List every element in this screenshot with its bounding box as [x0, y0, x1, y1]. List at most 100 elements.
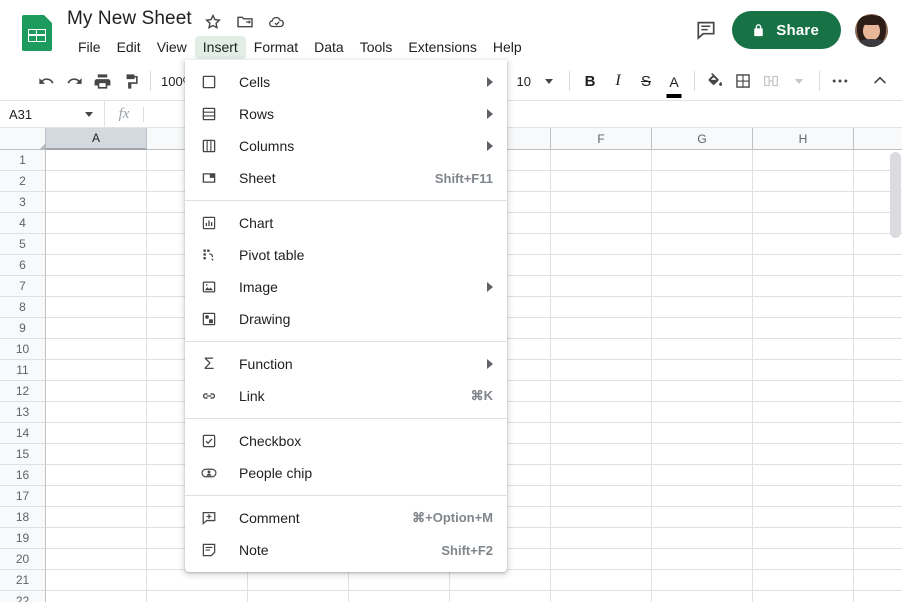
cloud-saved-icon[interactable]: [267, 12, 287, 32]
menu-item-rows[interactable]: Rows: [185, 98, 507, 130]
cell-A5[interactable]: [46, 234, 147, 255]
row-header-9[interactable]: 9: [0, 318, 46, 339]
cell-G13[interactable]: [652, 402, 753, 423]
menu-item-comment[interactable]: Comment ⌘+Option+M: [185, 502, 507, 534]
cell-G7[interactable]: [652, 276, 753, 297]
menu-item-image[interactable]: Image: [185, 271, 507, 303]
cell-H9[interactable]: [753, 318, 854, 339]
cell-G22[interactable]: [652, 591, 753, 602]
menu-item-chart[interactable]: Chart: [185, 207, 507, 239]
row-header-4[interactable]: 4: [0, 213, 46, 234]
italic-button[interactable]: I: [604, 67, 632, 95]
cell-F21[interactable]: [551, 570, 652, 591]
menu-format[interactable]: Format: [246, 36, 306, 59]
cell-H19[interactable]: [753, 528, 854, 549]
cell-G3[interactable]: [652, 192, 753, 213]
cell-H3[interactable]: [753, 192, 854, 213]
row-header-2[interactable]: 2: [0, 171, 46, 192]
cell-H17[interactable]: [753, 486, 854, 507]
cell-H8[interactable]: [753, 297, 854, 318]
cell-C22[interactable]: [248, 591, 349, 602]
cell-A15[interactable]: [46, 444, 147, 465]
cell-G16[interactable]: [652, 465, 753, 486]
cell-G21[interactable]: [652, 570, 753, 591]
cell-I14[interactable]: [854, 423, 902, 444]
cell-H10[interactable]: [753, 339, 854, 360]
cell-G12[interactable]: [652, 381, 753, 402]
row-header-8[interactable]: 8: [0, 297, 46, 318]
cell-F4[interactable]: [551, 213, 652, 234]
cell-H12[interactable]: [753, 381, 854, 402]
cell-H7[interactable]: [753, 276, 854, 297]
cell-H1[interactable]: [753, 150, 854, 171]
cell-A17[interactable]: [46, 486, 147, 507]
menu-help[interactable]: Help: [485, 36, 530, 59]
row-header-6[interactable]: 6: [0, 255, 46, 276]
menu-item-people-chip[interactable]: People chip: [185, 457, 507, 489]
cell-A7[interactable]: [46, 276, 147, 297]
row-header-16[interactable]: 16: [0, 465, 46, 486]
cell-G10[interactable]: [652, 339, 753, 360]
menu-item-columns[interactable]: Columns: [185, 130, 507, 162]
star-icon[interactable]: [203, 12, 223, 32]
name-box[interactable]: A31: [0, 101, 105, 127]
cell-A19[interactable]: [46, 528, 147, 549]
cell-F1[interactable]: [551, 150, 652, 171]
collapse-toolbar-icon[interactable]: [866, 67, 894, 95]
borders-icon[interactable]: [729, 67, 757, 95]
cell-H13[interactable]: [753, 402, 854, 423]
text-color-button[interactable]: A: [660, 67, 688, 98]
cell-F9[interactable]: [551, 318, 652, 339]
cell-C21[interactable]: [248, 570, 349, 591]
cell-B22[interactable]: [147, 591, 248, 602]
menu-extensions[interactable]: Extensions: [400, 36, 484, 59]
menu-insert[interactable]: Insert: [194, 36, 246, 59]
row-header-19[interactable]: 19: [0, 528, 46, 549]
cell-G17[interactable]: [652, 486, 753, 507]
more-options-icon[interactable]: [826, 67, 854, 95]
cell-F3[interactable]: [551, 192, 652, 213]
cell-G6[interactable]: [652, 255, 753, 276]
vertical-scrollbar[interactable]: [890, 152, 901, 238]
row-header-14[interactable]: 14: [0, 423, 46, 444]
cell-I15[interactable]: [854, 444, 902, 465]
cell-I11[interactable]: [854, 360, 902, 381]
menu-tools[interactable]: Tools: [352, 36, 401, 59]
cell-G8[interactable]: [652, 297, 753, 318]
comment-history-icon[interactable]: [694, 18, 718, 42]
cell-A2[interactable]: [46, 171, 147, 192]
cell-I19[interactable]: [854, 528, 902, 549]
row-header-20[interactable]: 20: [0, 549, 46, 570]
cell-G14[interactable]: [652, 423, 753, 444]
cell-A14[interactable]: [46, 423, 147, 444]
row-header-17[interactable]: 17: [0, 486, 46, 507]
cell-E22[interactable]: [450, 591, 551, 602]
cell-H11[interactable]: [753, 360, 854, 381]
menu-item-checkbox[interactable]: Checkbox: [185, 425, 507, 457]
cell-F10[interactable]: [551, 339, 652, 360]
cell-G9[interactable]: [652, 318, 753, 339]
row-header-11[interactable]: 11: [0, 360, 46, 381]
print-icon[interactable]: [88, 67, 116, 95]
cell-F17[interactable]: [551, 486, 652, 507]
cell-F7[interactable]: [551, 276, 652, 297]
cell-D21[interactable]: [349, 570, 450, 591]
cell-B21[interactable]: [147, 570, 248, 591]
cell-I13[interactable]: [854, 402, 902, 423]
cell-I20[interactable]: [854, 549, 902, 570]
cell-H6[interactable]: [753, 255, 854, 276]
cell-A10[interactable]: [46, 339, 147, 360]
cell-E21[interactable]: [450, 570, 551, 591]
cell-I21[interactable]: [854, 570, 902, 591]
row-header-3[interactable]: 3: [0, 192, 46, 213]
cell-A12[interactable]: [46, 381, 147, 402]
paint-format-icon[interactable]: [116, 67, 144, 95]
column-header-h[interactable]: H: [753, 128, 854, 150]
cell-G5[interactable]: [652, 234, 753, 255]
cell-H18[interactable]: [753, 507, 854, 528]
row-header-15[interactable]: 15: [0, 444, 46, 465]
cell-I17[interactable]: [854, 486, 902, 507]
cell-H21[interactable]: [753, 570, 854, 591]
cell-A6[interactable]: [46, 255, 147, 276]
row-header-1[interactable]: 1: [0, 150, 46, 171]
